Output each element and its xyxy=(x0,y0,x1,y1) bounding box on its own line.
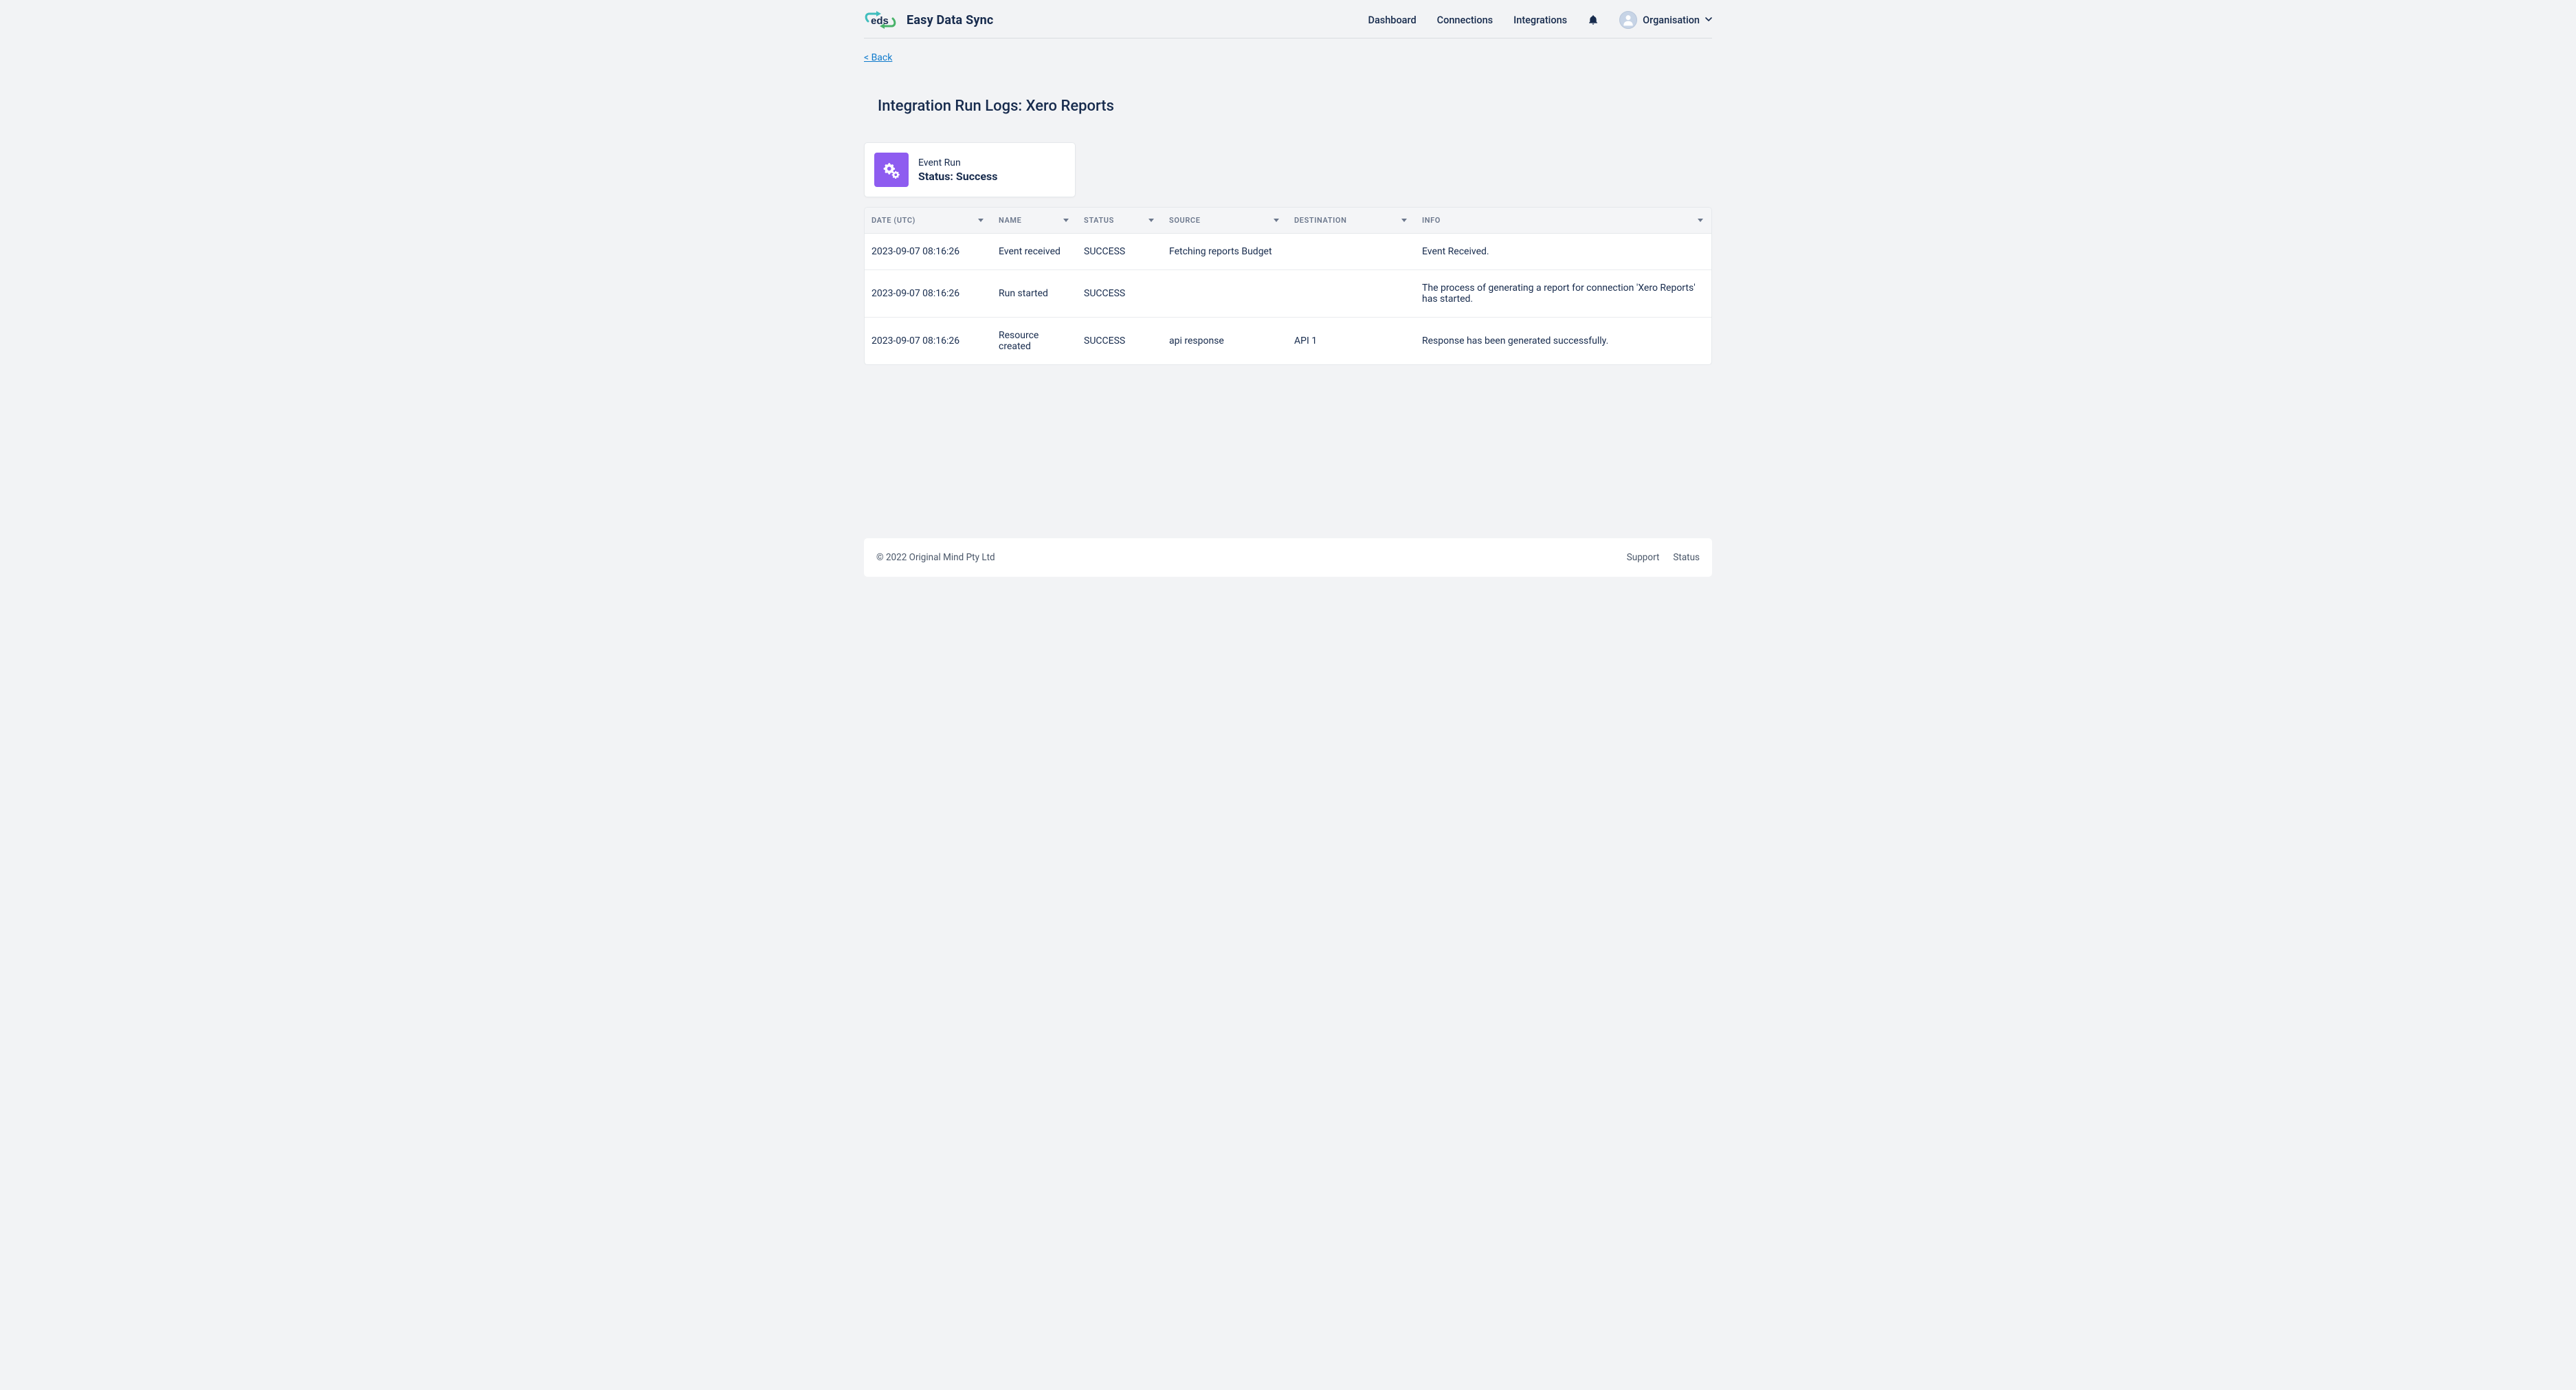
cell-name: Run started xyxy=(992,270,1077,318)
footer: © 2022 Original Mind Pty Ltd Support Sta… xyxy=(864,538,1712,577)
back-link[interactable]: < Back xyxy=(864,52,892,63)
cell-name: Event received xyxy=(992,234,1077,270)
cell-info: Event Received. xyxy=(1415,234,1711,270)
cell-status: SUCCESS xyxy=(1077,270,1162,318)
nav: Dashboard Connections Integrations Organ… xyxy=(1368,11,1713,29)
svg-text:eds: eds xyxy=(871,15,889,27)
page-title: Integration Run Logs: Xero Reports xyxy=(864,98,1712,115)
caret-down-icon xyxy=(1401,219,1407,222)
bell-icon[interactable] xyxy=(1588,14,1599,25)
caret-down-icon xyxy=(1274,219,1279,222)
column-header-info-label: INFO xyxy=(1422,216,1441,225)
caret-down-icon xyxy=(978,219,984,222)
column-header-name[interactable]: NAME xyxy=(992,208,1077,234)
cell-source: api response xyxy=(1162,318,1287,365)
cell-info: The process of generating a report for c… xyxy=(1415,270,1711,318)
footer-status-link[interactable]: Status xyxy=(1673,552,1700,563)
logo-group[interactable]: eds Easy Data Sync xyxy=(864,10,993,30)
column-header-destination-label: DESTINATION xyxy=(1294,216,1346,225)
nav-dashboard[interactable]: Dashboard xyxy=(1368,14,1417,26)
organisation-label: Organisation xyxy=(1643,14,1700,26)
nav-integrations[interactable]: Integrations xyxy=(1513,14,1567,26)
status-card-label: Event Run xyxy=(918,157,997,168)
column-header-destination[interactable]: DESTINATION xyxy=(1287,208,1415,234)
chevron-down-icon xyxy=(1705,14,1712,25)
footer-support-link[interactable]: Support xyxy=(1627,552,1660,563)
cell-date: 2023-09-07 08:16:26 xyxy=(865,270,992,318)
column-header-date-label: DATE (UTC) xyxy=(871,216,915,225)
brand-logo-icon: eds xyxy=(864,10,897,30)
cell-info: Response has been generated successfully… xyxy=(1415,318,1711,365)
avatar-icon xyxy=(1619,11,1637,29)
organisation-dropdown[interactable]: Organisation xyxy=(1619,11,1712,29)
column-header-status-label: STATUS xyxy=(1084,216,1114,225)
nav-connections[interactable]: Connections xyxy=(1437,14,1493,26)
caret-down-icon xyxy=(1063,219,1069,222)
caret-down-icon xyxy=(1148,219,1154,222)
table-row: 2023-09-07 08:16:26 Event received SUCCE… xyxy=(865,234,1711,270)
column-header-name-label: NAME xyxy=(999,216,1021,225)
cell-date: 2023-09-07 08:16:26 xyxy=(865,234,992,270)
cell-destination xyxy=(1287,234,1415,270)
gears-icon xyxy=(874,153,909,187)
header: eds Easy Data Sync Dashboard Connections… xyxy=(864,0,1712,38)
status-card-value: Status: Success xyxy=(918,170,997,183)
column-header-status[interactable]: STATUS xyxy=(1077,208,1162,234)
cell-date: 2023-09-07 08:16:26 xyxy=(865,318,992,365)
cell-source: Fetching reports Budget xyxy=(1162,234,1287,270)
footer-copyright: © 2022 Original Mind Pty Ltd xyxy=(876,552,995,563)
cell-destination: API 1 xyxy=(1287,318,1415,365)
brand-name: Easy Data Sync xyxy=(907,13,993,27)
column-header-source[interactable]: SOURCE xyxy=(1162,208,1287,234)
cell-status: SUCCESS xyxy=(1077,318,1162,365)
cell-destination xyxy=(1287,270,1415,318)
column-header-source-label: SOURCE xyxy=(1169,216,1201,225)
status-card: Event Run Status: Success xyxy=(864,142,1076,197)
cell-status: SUCCESS xyxy=(1077,234,1162,270)
cell-name: Resource created xyxy=(992,318,1077,365)
column-header-info[interactable]: INFO xyxy=(1415,208,1711,234)
caret-down-icon xyxy=(1698,219,1703,222)
table-row: 2023-09-07 08:16:26 Resource created SUC… xyxy=(865,318,1711,365)
table-row: 2023-09-07 08:16:26 Run started SUCCESS … xyxy=(865,270,1711,318)
cell-source xyxy=(1162,270,1287,318)
logs-table: DATE (UTC) NAME STATUS SOURCE DESTINATIO… xyxy=(864,207,1712,365)
column-header-date[interactable]: DATE (UTC) xyxy=(865,208,992,234)
